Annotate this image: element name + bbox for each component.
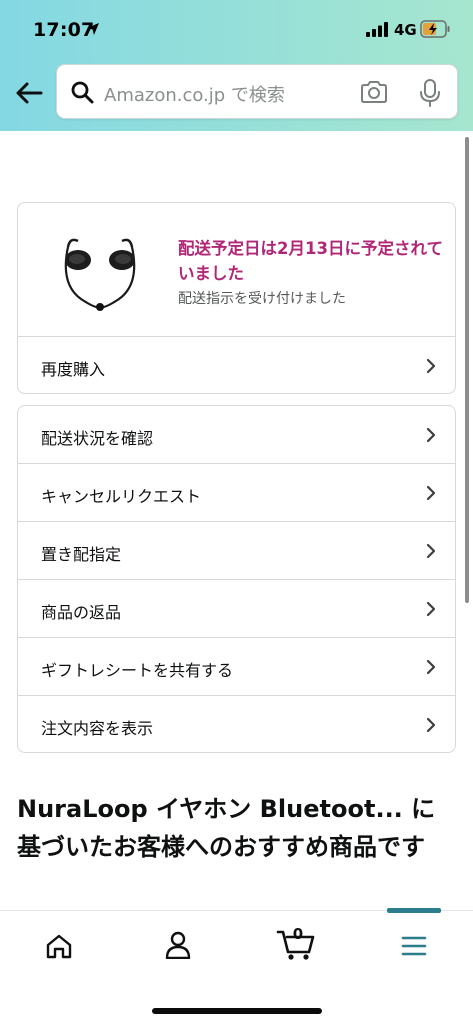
network-type: 4G [394,21,417,39]
action-label: 商品の返品 [41,603,122,622]
action-label: 配送状況を確認 [41,429,154,448]
status-bar: 17:07 4G [0,0,473,60]
recommendations-heading: NuraLoop イヤホン Bluetoot... に基づいたお客様へのおすすめ… [17,795,436,861]
delivery-status-title: 配送予定日は2月13日に予定されていました [178,239,443,283]
product-image [64,238,136,311]
chevron-right-icon [426,601,436,617]
location-arrow-icon [87,23,99,35]
action-label: 置き配指定 [41,545,122,564]
chevron-right-icon [426,717,436,733]
action-label: ギフトレシートを共有する [41,661,234,680]
chevron-right-icon [426,659,436,675]
bottom-navigation: 0 [0,908,473,990]
order-actions-card: 配送状況を確認 キャンセルリクエスト 置き配指定 商品の返品 ギフトレシートを共… [17,405,456,753]
signal-icon [366,22,388,37]
delivery-status-subtitle: 配送指示を受け付けました [178,291,346,307]
battery-icon [420,20,450,38]
camera-icon[interactable] [359,79,389,105]
menu-icon[interactable] [401,935,427,957]
action-track-package[interactable]: 配送状況を確認 [18,406,455,464]
action-cancel-request[interactable]: キャンセルリクエスト [18,464,455,522]
buy-again-row[interactable]: 再度購入 [18,337,455,393]
search-bar[interactable]: Amazon.co.jp で検索 [56,64,458,119]
mic-icon[interactable] [419,78,441,108]
action-return-item[interactable]: 商品の返品 [18,580,455,638]
search-icon [71,81,94,104]
buy-again-label: 再度購入 [41,360,106,379]
home-indicator [152,1008,322,1014]
app-header: 17:07 4G Amazon.co.jp で検索 [0,0,473,131]
nav-active-indicator [387,908,441,913]
chevron-right-icon [426,543,436,559]
scroll-indicator [465,137,469,603]
chevron-right-icon [426,358,436,374]
action-view-order-details[interactable]: 注文内容を表示 [18,696,455,752]
delivery-info[interactable]: 配送予定日は2月13日に予定されていました 配送指示を受け付けました [18,203,455,337]
back-arrow-icon[interactable] [14,78,44,108]
search-input[interactable]: Amazon.co.jp で検索 [104,81,285,107]
account-icon[interactable] [165,931,191,959]
chevron-right-icon [426,427,436,443]
order-status-card: 配送予定日は2月13日に予定されていました 配送指示を受け付けました 再度購入 [17,202,456,394]
action-label: キャンセルリクエスト [41,487,202,506]
chevron-right-icon [426,485,436,501]
action-label: 注文内容を表示 [41,719,154,738]
home-icon[interactable] [45,933,73,959]
cart-count: 0 [292,925,304,943]
action-safe-place[interactable]: 置き配指定 [18,522,455,580]
action-share-gift-receipt[interactable]: ギフトレシートを共有する [18,638,455,696]
